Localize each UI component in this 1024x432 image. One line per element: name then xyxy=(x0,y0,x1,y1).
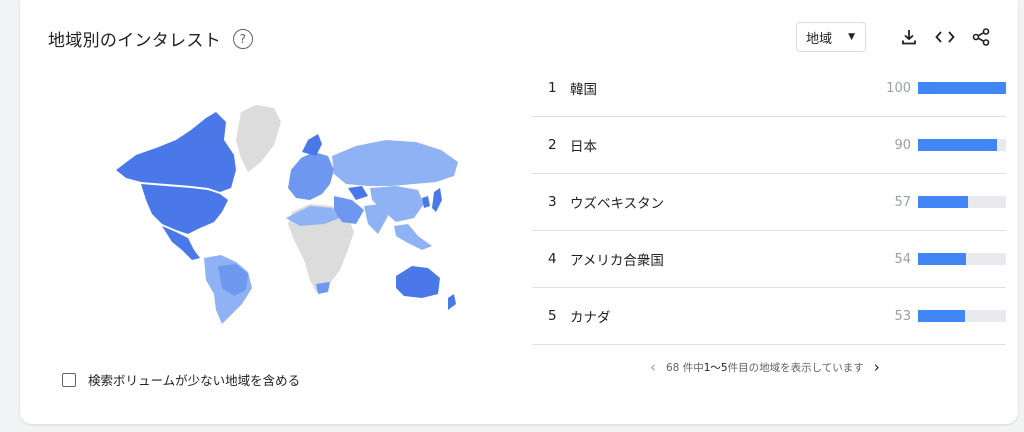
map-region-canada[interactable] xyxy=(116,112,236,192)
world-map[interactable] xyxy=(96,100,466,330)
pagination-prefix: 68 件中 xyxy=(666,361,704,374)
interest-bar xyxy=(918,196,1006,208)
chevron-left-icon[interactable]: ‹ xyxy=(640,358,666,376)
interest-value: 53 xyxy=(894,308,911,324)
region-granularity-select[interactable]: 地域 ▼ xyxy=(796,22,866,52)
map-region-japan[interactable] xyxy=(432,188,442,212)
interest-bar-fill xyxy=(918,139,998,151)
pagination-suffix: 件目の地域を表示しています xyxy=(727,361,864,374)
rank-number: 4 xyxy=(548,251,557,267)
region-name[interactable]: カナダ xyxy=(570,306,881,326)
map-region-russia[interactable] xyxy=(332,140,458,186)
rank-number: 5 xyxy=(548,308,557,324)
map-region-korea[interactable] xyxy=(422,196,430,208)
pagination: ‹ 68 件中 1〜5 件目の地域を表示しています › xyxy=(640,358,890,376)
dropdown-caret-icon: ▼ xyxy=(848,32,855,42)
rank-number: 2 xyxy=(548,137,557,153)
map-region-australia[interactable] xyxy=(396,266,440,298)
region-select-label: 地域 xyxy=(806,31,833,47)
interest-bar-fill xyxy=(918,82,1006,94)
map-region-south-africa[interactable] xyxy=(316,282,330,294)
chevron-right-icon[interactable]: › xyxy=(864,358,890,376)
interest-value: 100 xyxy=(886,80,911,96)
toolbar: 地域 ▼ xyxy=(796,22,992,52)
map-region-new-zealand[interactable] xyxy=(448,294,456,310)
card-header: 地域別のインタレスト ? xyxy=(48,26,253,51)
interest-bar-fill xyxy=(918,310,965,322)
list-item[interactable]: 3 ウズベキスタン 57 xyxy=(532,174,1006,231)
interest-bar-fill xyxy=(918,253,966,265)
interest-bar xyxy=(918,82,1006,94)
list-item[interactable]: 4 アメリカ合衆国 54 xyxy=(532,231,1006,288)
list-item[interactable]: 5 カナダ 53 xyxy=(532,288,1006,345)
region-name[interactable]: 韓国 xyxy=(570,78,881,98)
map-region-uzbekistan[interactable] xyxy=(348,186,368,200)
region-ranking-list: 1 韓国 100 2 日本 90 3 ウズベキスタン 57 4 アメリカ合衆国 … xyxy=(532,60,1006,345)
rank-number: 3 xyxy=(548,194,557,210)
interest-bar-fill xyxy=(918,196,969,208)
list-item[interactable]: 1 韓国 100 xyxy=(532,60,1006,117)
interest-bar xyxy=(918,253,1006,265)
download-icon[interactable] xyxy=(898,26,920,48)
interest-bar xyxy=(918,310,1006,322)
low-volume-label: 検索ボリュームが少ない地域を含める xyxy=(88,373,301,388)
region-name[interactable]: アメリカ合衆国 xyxy=(570,249,881,269)
interest-by-region-card: 地域別のインタレスト ? 地域 ▼ 検索ボリュームが少ない地域を含める 1 韓国… xyxy=(20,0,1018,424)
low-volume-option[interactable]: 検索ボリュームが少ない地域を含める xyxy=(62,370,300,389)
map-region-greenland[interactable] xyxy=(236,105,281,172)
card-title: 地域別のインタレスト xyxy=(48,31,221,51)
map-region-southeast-asia[interactable] xyxy=(394,224,432,250)
embed-icon[interactable] xyxy=(934,26,956,48)
region-name[interactable]: 日本 xyxy=(570,135,881,155)
map-region-usa[interactable] xyxy=(141,184,228,234)
list-item[interactable]: 2 日本 90 xyxy=(532,117,1006,174)
interest-value: 90 xyxy=(894,137,911,153)
region-name[interactable]: ウズベキスタン xyxy=(570,192,881,212)
rank-number: 1 xyxy=(548,80,557,96)
interest-value: 57 xyxy=(894,194,911,210)
share-icon[interactable] xyxy=(970,26,992,48)
interest-bar xyxy=(918,139,1006,151)
low-volume-checkbox[interactable] xyxy=(62,372,76,387)
pagination-range: 1〜5 xyxy=(703,361,728,374)
help-icon[interactable]: ? xyxy=(233,28,253,49)
map-region-scandinavia[interactable] xyxy=(302,134,322,156)
interest-value: 54 xyxy=(894,251,911,267)
map-region-europe[interactable] xyxy=(288,152,334,200)
